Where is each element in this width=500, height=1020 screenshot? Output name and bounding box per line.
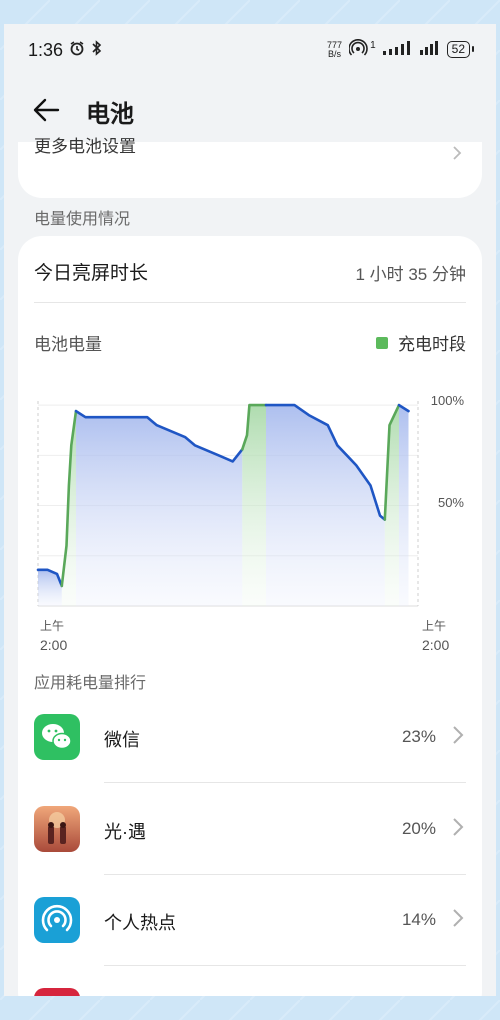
- hotspot-icon: [34, 897, 80, 943]
- app-row-hotspot[interactable]: 个人热点 14%: [34, 877, 466, 967]
- app-row-wechat[interactable]: 微信 23%: [34, 694, 466, 784]
- more-battery-settings-card[interactable]: 更多电池设置: [18, 137, 482, 198]
- x-tick-label-start-top: 上午: [40, 619, 64, 633]
- signal-icon-1: [382, 41, 413, 58]
- y-tick-label-100: 100%: [431, 393, 465, 408]
- chevron-right-icon: [450, 907, 466, 929]
- status-time: 1:36: [28, 40, 64, 60]
- page-title: 电池: [86, 101, 134, 128]
- app-row-sky[interactable]: 光·遇 20%: [34, 786, 466, 876]
- discharge-area-4: [266, 405, 385, 606]
- charge-area-5: [384, 405, 399, 606]
- chevron-right-icon: [452, 146, 462, 165]
- y-tick-label-50: 50%: [438, 495, 464, 510]
- chevron-right-icon: [450, 816, 466, 838]
- legend-label-charging: 充电时段: [398, 335, 466, 354]
- status-right: 777 B/s 1 52: [327, 39, 475, 60]
- bluetooth-icon: [91, 40, 102, 61]
- discharge-area-2: [76, 411, 243, 606]
- status-bar: 1:36 777 B/s 1 52: [4, 24, 496, 76]
- battery-indicator: 52: [446, 41, 475, 58]
- screen-time-row: 今日亮屏时长 1 小时 35 分钟: [34, 258, 466, 286]
- status-left: 1:36: [28, 40, 102, 61]
- row-divider: [104, 874, 466, 875]
- sky-game-icon: [34, 806, 80, 852]
- network-speed: 777 B/s: [327, 40, 342, 59]
- usage-section-label: 电量使用情况: [34, 211, 131, 228]
- x-tick-label-start-bottom: 2:00: [40, 637, 67, 653]
- divider: [34, 302, 466, 303]
- battery-level-label: 电池电量: [34, 335, 102, 354]
- more-battery-settings-label: 更多电池设置: [34, 137, 136, 156]
- chart-legend: 充电时段: [376, 330, 466, 355]
- app-usage-percent: 20%: [401, 819, 436, 838]
- legend-swatch-charging: [376, 336, 388, 349]
- app-name: 个人热点: [104, 913, 176, 933]
- hotspot-count: 1: [370, 40, 376, 51]
- app-row-partial[interactable]: [34, 968, 466, 996]
- signal-icon-2: [419, 41, 440, 58]
- back-arrow-icon: [33, 98, 60, 122]
- row-divider: [104, 782, 466, 783]
- page-header: 电池: [4, 90, 496, 130]
- screen-time-label: 今日亮屏时长: [34, 263, 149, 284]
- net-speed-unit: B/s: [328, 48, 342, 59]
- x-tick-label-end-bottom: 2:00: [422, 637, 449, 653]
- row-divider: [104, 965, 466, 966]
- wechat-icon: [34, 714, 80, 760]
- battery-level-chart[interactable]: 100% 50% 上午 2:00 上午 2:00: [18, 366, 482, 656]
- battery-usage-card: 今日亮屏时长 1 小时 35 分钟 电池电量 充电时段 100% 50% 上午 …: [18, 236, 482, 996]
- phone-screen: 1:36 777 B/s 1 52 电池 更多电池设置 电量使用情况 今日亮屏时…: [4, 24, 496, 996]
- app-usage-percent: 23%: [401, 727, 436, 746]
- x-tick-label-end-top: 上午: [422, 619, 446, 633]
- app-name: 光·遇: [104, 822, 146, 842]
- screen-time-value: 1 小时 35 分钟: [355, 265, 466, 284]
- chevron-right-icon: [450, 724, 466, 746]
- app-name: 微信: [104, 730, 140, 750]
- app-rank-section-label: 应用耗电量排行: [34, 675, 147, 692]
- alarm-icon: [69, 40, 85, 61]
- back-button[interactable]: [30, 92, 66, 128]
- discharge-area-6: [399, 405, 409, 606]
- hotspot-status-icon: [348, 39, 371, 60]
- app-usage-percent: 14%: [401, 910, 436, 929]
- chart-areas: [38, 405, 409, 606]
- app-icon-red: [34, 988, 80, 996]
